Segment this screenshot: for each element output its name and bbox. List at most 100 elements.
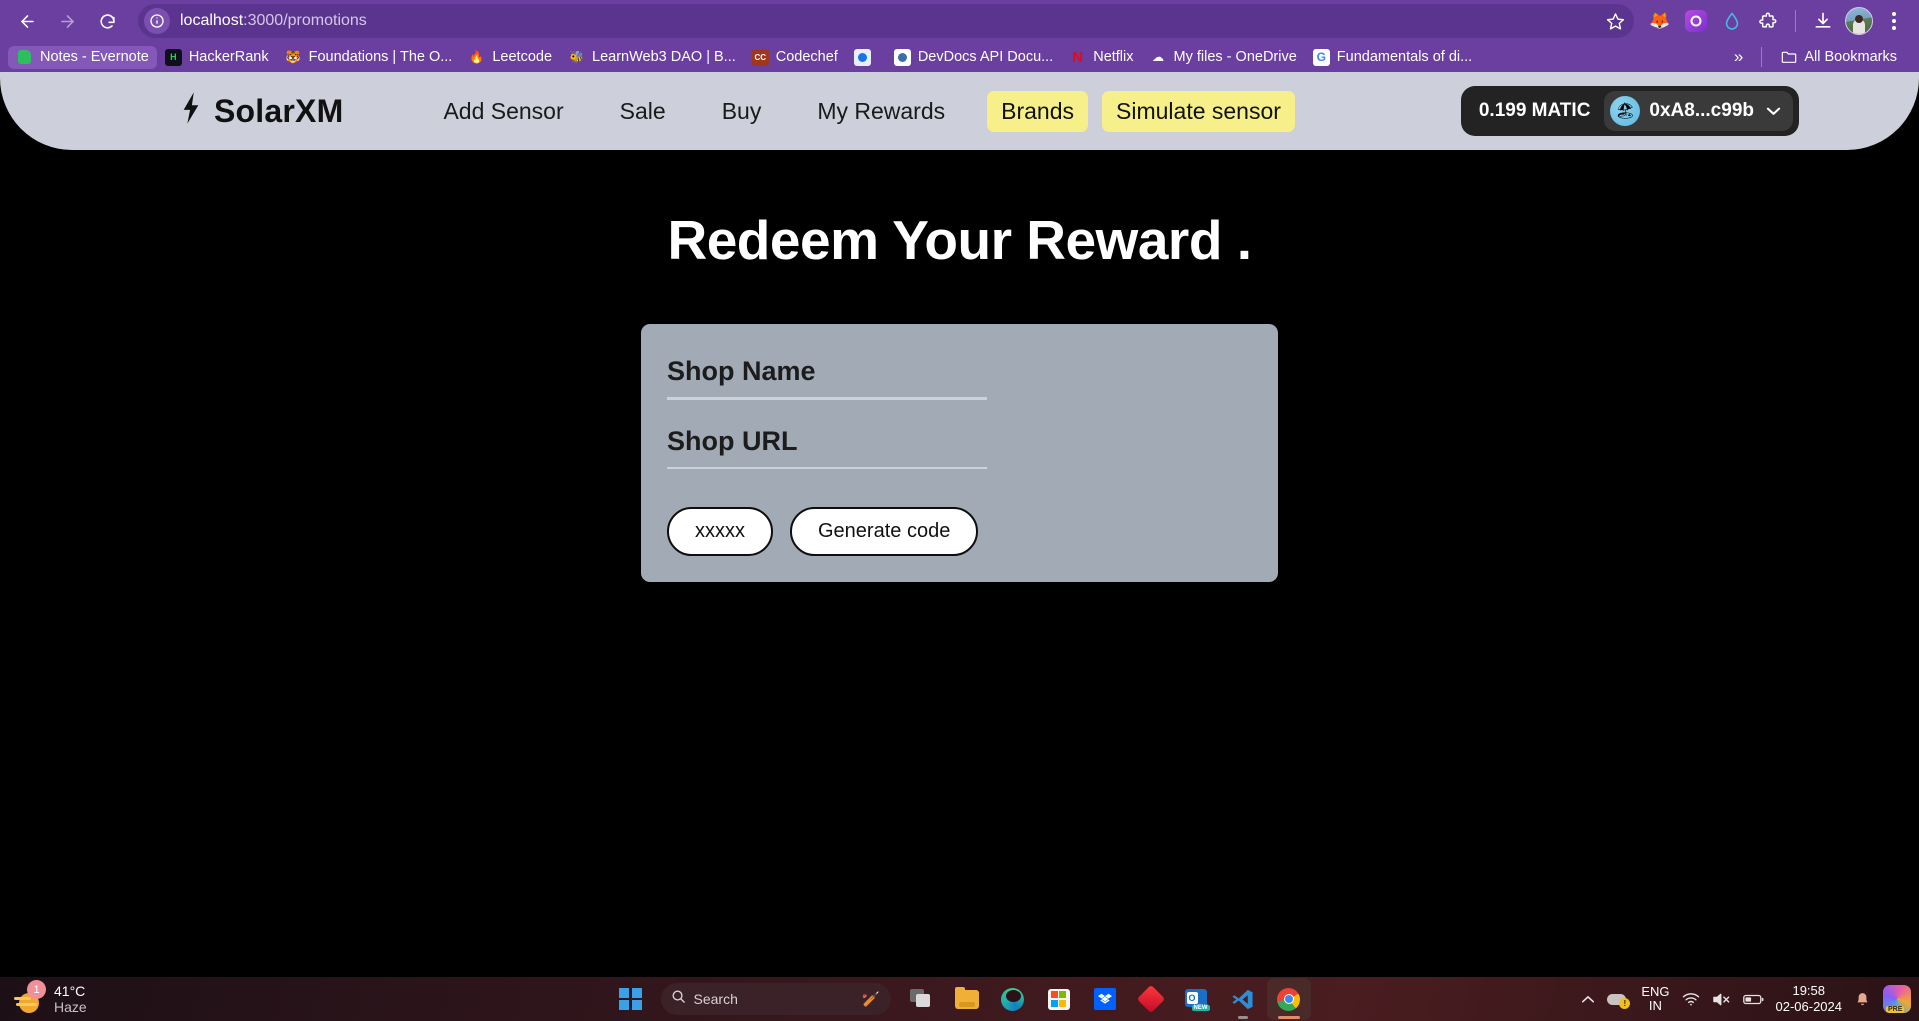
app-brand[interactable]: SolarXM <box>180 91 343 131</box>
phantom-wallet-extension-icon[interactable] <box>1680 5 1712 37</box>
bookmarks-divider <box>1761 47 1763 67</box>
cricket-icon: 🏏 <box>861 991 881 1008</box>
bookmark-label: HackerRank <box>188 49 269 65</box>
shop-name-underline <box>667 397 987 400</box>
bookmark-label: LearnWeb3 DAO | B... <box>592 49 736 65</box>
nav-item-sale[interactable]: Sale <box>592 98 694 125</box>
bookmark-label: Fundamentals of di... <box>1336 49 1473 65</box>
all-bookmarks-button[interactable]: All Bookmarks <box>1772 46 1905 69</box>
google-chrome-icon[interactable] <box>1266 978 1311 1020</box>
bookmark-label: Leetcode <box>492 49 553 65</box>
bookmark-item-evernote[interactable]: Notes - Evernote <box>8 45 157 69</box>
wifi-icon[interactable] <box>1682 992 1700 1006</box>
search-input[interactable]: Search 🏏 <box>660 983 891 1015</box>
windows-taskbar: 1 41°C Haze Search 🏏 O NEW ! ENG IN 19:5… <box>0 977 1919 1021</box>
extensions-puzzle-icon[interactable] <box>1752 5 1784 37</box>
shop-url-field[interactable]: Shop URL <box>667 422 1252 469</box>
bookmark-label: My files - OneDrive <box>1173 49 1297 65</box>
web-page-content: SolarXM Add Sensor Sale Buy My Rewards B… <box>0 72 1919 977</box>
bookmark-item-onedrive[interactable]: ☁ My files - OneDrive <box>1142 46 1305 69</box>
bell-icon[interactable] <box>1854 991 1871 1008</box>
netflix-icon: N <box>1072 48 1084 66</box>
xxxxx-button[interactable]: xxxxx <box>667 507 773 556</box>
leetcode-icon: 🔥 <box>469 50 485 64</box>
three-dot-menu-icon[interactable] <box>1879 6 1909 36</box>
profile-avatar[interactable] <box>1845 7 1873 35</box>
haze-weather-icon: 1 <box>14 980 46 1014</box>
outlook-new-icon[interactable]: O NEW <box>1175 978 1219 1020</box>
bookmark-label: Notes - Evernote <box>40 49 149 65</box>
weather-widget[interactable]: 1 41°C Haze <box>14 980 87 1015</box>
battery-icon[interactable] <box>1742 993 1764 1006</box>
wallet-widget[interactable]: 0.199 MATIC 🏖 0xA8...c99b <box>1460 86 1799 136</box>
chevron-up-icon[interactable] <box>1581 995 1595 1004</box>
address-bar[interactable]: localhost:3000/promotions <box>138 4 1634 38</box>
nav-item-buy[interactable]: Buy <box>694 98 790 125</box>
wallet-address-chip[interactable]: 🏖 0xA8...c99b <box>1604 91 1793 131</box>
clock[interactable]: 19:58 02-06-2024 <box>1776 983 1843 1016</box>
language-line-1: ENG <box>1641 983 1670 999</box>
page-title: Redeem Your Reward . <box>667 209 1253 271</box>
bookmark-item-fundamentals[interactable]: G Fundamentals of di... <box>1305 46 1480 69</box>
rainbow-wallet-extension-icon[interactable] <box>1716 5 1748 37</box>
language-indicator[interactable]: ENG IN <box>1641 983 1670 1014</box>
bookmark-item-devdocs[interactable]: DevDocs API Docu... <box>886 46 1061 69</box>
site-info-icon[interactable] <box>144 8 170 34</box>
onedrive-warning-icon[interactable]: ! <box>1607 991 1631 1009</box>
nav-item-brands[interactable]: Brands <box>987 90 1089 132</box>
taskbar-center: Search 🏏 O NEW <box>609 978 1311 1020</box>
microsoft-edge-icon[interactable] <box>991 978 1035 1020</box>
google-icon: G <box>1312 48 1330 66</box>
download-icon[interactable] <box>1807 5 1839 37</box>
bookmark-item-leetcode[interactable]: 🔥 Leetcode <box>460 46 560 69</box>
vscode-icon[interactable] <box>1221 978 1265 1020</box>
shop-url-label: Shop URL <box>667 425 798 456</box>
back-button[interactable] <box>10 4 44 38</box>
task-view-icon[interactable] <box>899 978 943 1020</box>
nav-item-simulate-sensor[interactable]: Simulate sensor <box>1102 90 1295 132</box>
app-navbar: SolarXM Add Sensor Sale Buy My Rewards B… <box>0 72 1919 150</box>
photos-icon <box>853 48 871 66</box>
bookmark-item-codechef[interactable]: CC Codechef <box>744 46 846 69</box>
toolbar-divider <box>1795 10 1796 32</box>
generate-code-button[interactable]: Generate code <box>790 507 979 556</box>
wallet-balance: 0.199 MATIC <box>1478 100 1591 121</box>
bookmarks-overflow-button[interactable]: » <box>1726 47 1751 67</box>
wallet-address: 0xA8...c99b <box>1649 100 1754 121</box>
red-diamond-app-icon[interactable] <box>1129 978 1173 1020</box>
nav-item-my-rewards[interactable]: My Rewards <box>789 98 973 125</box>
bookmark-item-hackerrank[interactable]: H HackerRank <box>157 46 277 69</box>
chevron-down-icon[interactable] <box>1766 103 1781 120</box>
volume-muted-icon[interactable] <box>1712 992 1731 1007</box>
all-bookmarks-label: All Bookmarks <box>1804 49 1897 65</box>
extension-icons: 🦊 <box>1644 5 1784 37</box>
evernote-icon <box>16 49 33 66</box>
browser-toolbar: localhost:3000/promotions 🦊 <box>0 0 1919 42</box>
clock-date: 02-06-2024 <box>1775 999 1843 1014</box>
language-line-2: IN <box>1648 998 1662 1013</box>
copilot-icon[interactable] <box>1883 985 1911 1013</box>
bookmark-item-photos[interactable] <box>846 46 886 69</box>
file-explorer-icon[interactable] <box>945 978 989 1020</box>
bookmark-item-odin-project[interactable]: 🐯 Foundations | The O... <box>277 46 461 69</box>
bookmark-item-netflix[interactable]: N Netflix <box>1061 46 1141 69</box>
url-text: localhost:3000/promotions <box>180 12 367 30</box>
nav-item-add-sensor[interactable]: Add Sensor <box>415 98 591 125</box>
search-placeholder: Search <box>693 991 738 1007</box>
shop-name-field[interactable]: Shop Name <box>667 352 1252 400</box>
bookmark-label: Foundations | The O... <box>308 49 453 65</box>
bookmark-star-icon[interactable] <box>1600 6 1630 36</box>
url-path: :3000/promotions <box>243 12 367 29</box>
metamask-extension-icon[interactable]: 🦊 <box>1644 5 1676 37</box>
bookmark-item-learnweb3[interactable]: 🐝 LearnWeb3 DAO | B... <box>560 46 744 69</box>
weather-condition: Haze <box>54 999 87 1015</box>
weather-badge: 1 <box>27 980 46 999</box>
dropbox-icon[interactable] <box>1083 978 1127 1020</box>
weather-text: 41°C Haze <box>54 983 87 1015</box>
reload-button[interactable] <box>90 4 124 38</box>
hackerrank-icon: H <box>164 48 182 66</box>
shop-url-underline <box>667 466 987 469</box>
windows-start-icon[interactable] <box>609 978 653 1020</box>
forward-button[interactable] <box>50 4 84 38</box>
microsoft-store-icon[interactable] <box>1037 978 1081 1020</box>
